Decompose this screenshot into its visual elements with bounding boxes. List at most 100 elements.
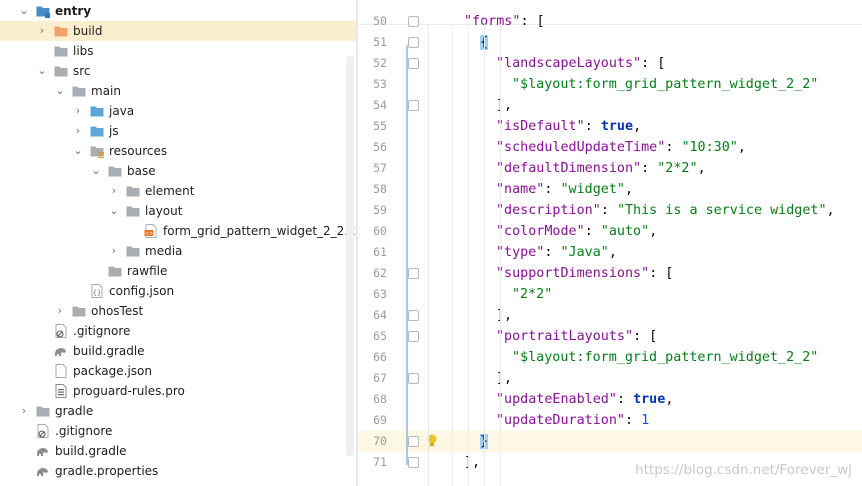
chevron-right-icon[interactable]: › xyxy=(108,181,120,201)
tree-item[interactable]: ⌄ src xyxy=(0,61,356,81)
code-line[interactable]: 70} xyxy=(358,431,862,452)
chevron-down-icon[interactable]: ⌄ xyxy=(108,201,120,221)
code-token: ], xyxy=(464,455,481,470)
code-line[interactable]: 57 "defaultDimension": "2*2", xyxy=(358,158,862,179)
code-line[interactable]: 63 "2*2" xyxy=(358,284,862,305)
chevron-right-icon[interactable]: › xyxy=(18,401,30,421)
code-editor[interactable]: 50"forms": [51{52"landscapeLayouts": [53… xyxy=(358,0,862,486)
tree-item[interactable]: gradle.properties xyxy=(0,461,356,481)
project-tree-scrollbar[interactable] xyxy=(346,56,354,456)
code-line[interactable]: 66 "$layout:form_grid_pattern_widget_2_2" xyxy=(358,347,862,368)
tree-item[interactable]: ⌄ main xyxy=(0,81,356,101)
code-line[interactable]: 55 "isDefault": true, xyxy=(358,116,862,137)
code-line[interactable]: 54], xyxy=(358,95,862,116)
code-token: : xyxy=(616,392,634,407)
code-line[interactable]: 65 "portraitLayouts": [ xyxy=(358,326,862,347)
chevron-down-icon[interactable]: ⌄ xyxy=(72,141,84,161)
tree-item[interactable]: › js xyxy=(0,121,356,141)
tree-item[interactable]: › gradle xyxy=(0,401,356,421)
line-number: 69 xyxy=(373,413,387,427)
code-line[interactable]: 60 "colorMode": "auto", xyxy=(358,221,862,242)
tree-item[interactable]: build.gradle xyxy=(0,341,356,361)
chevron-right-icon[interactable]: › xyxy=(72,121,84,141)
fold-marker-icon[interactable] xyxy=(408,16,419,27)
code-line[interactable]: 58 "name": "widget", xyxy=(358,179,862,200)
code-token: : xyxy=(584,224,601,239)
code-token: , xyxy=(697,161,706,176)
fold-marker-icon[interactable] xyxy=(408,268,419,279)
tree-item[interactable]: › java xyxy=(0,101,356,121)
tree-item[interactable]: .gitignore xyxy=(0,421,356,441)
chevron-right-icon[interactable]: › xyxy=(54,301,66,321)
fold-marker-icon[interactable] xyxy=(408,58,419,69)
code-token: : [ xyxy=(633,329,658,344)
chevron-right-icon[interactable]: › xyxy=(72,101,84,121)
code-token: "scheduledUpdateTime" xyxy=(496,140,666,155)
project-tree-panel[interactable]: ⌄ entry › build libs ⌄ src ⌄ main › java › js ⌄ resour… xyxy=(0,0,356,486)
tree-item[interactable]: libs xyxy=(0,41,356,61)
fold-marker-icon[interactable] xyxy=(408,457,419,468)
source-folder-icon xyxy=(90,104,104,118)
fold-marker-icon[interactable] xyxy=(408,100,419,111)
code-line[interactable]: 67], xyxy=(358,368,862,389)
folder-icon xyxy=(108,164,122,178)
tree-item[interactable]: › media xyxy=(0,241,356,261)
code-line[interactable]: 69 "updateDuration": 1 xyxy=(358,410,862,431)
folder-icon xyxy=(72,84,86,98)
code-line[interactable]: 68 "updateEnabled": true, xyxy=(358,389,862,410)
code-line[interactable]: 50 "forms": [ xyxy=(358,11,862,32)
code-line[interactable]: 52 "landscapeLayouts": [ xyxy=(358,53,862,74)
indent-guide xyxy=(500,24,501,486)
code-line[interactable]: 56 "scheduledUpdateTime": "10:30", xyxy=(358,137,862,158)
tree-item[interactable]: package.json xyxy=(0,361,356,381)
code-text: "isDefault": true, xyxy=(496,116,641,137)
fold-marker-icon[interactable] xyxy=(408,310,419,321)
tree-item[interactable]: ⌄ base xyxy=(0,161,356,181)
fold-marker-icon[interactable] xyxy=(408,436,419,447)
tree-item[interactable]: › element xyxy=(0,181,356,201)
tree-item[interactable]: build.gradle xyxy=(0,441,356,461)
tree-item[interactable]: › ohosTest xyxy=(0,301,356,321)
tree-item[interactable]: › build xyxy=(0,21,356,41)
code-token: , xyxy=(608,245,617,260)
fold-marker-icon[interactable] xyxy=(408,331,419,342)
code-line[interactable]: 61 "type": "Java", xyxy=(358,242,862,263)
tree-item[interactable]: ⌄ resources xyxy=(0,141,356,161)
tree-item[interactable]: ⌄ entry xyxy=(0,1,356,21)
tree-item[interactable]: ⌄ layout xyxy=(0,201,356,221)
code-line[interactable]: 59 "description": "This is a service widg… xyxy=(358,200,862,221)
indent-guide xyxy=(468,24,469,486)
tree-item[interactable]: rawfile xyxy=(0,261,356,281)
fold-marker-icon[interactable] xyxy=(408,37,419,48)
chevron-down-icon[interactable]: ⌄ xyxy=(54,81,66,101)
code-token: "2*2" xyxy=(512,287,553,302)
code-line[interactable]: 64], xyxy=(358,305,862,326)
line-number: 55 xyxy=(373,119,387,133)
tree-item[interactable]: {} config.json xyxy=(0,281,356,301)
line-number: 61 xyxy=(373,245,387,259)
code-token: : xyxy=(544,245,561,260)
chevron-right-icon[interactable]: › xyxy=(108,241,120,261)
code-line[interactable]: 51{ xyxy=(358,32,862,53)
tree-item[interactable]: .gitignore xyxy=(0,321,356,341)
code-line[interactable]: 53 "$layout:form_grid_pattern_widget_2_2" xyxy=(358,74,862,95)
tree-item[interactable]: proguard-rules.pro xyxy=(0,381,356,401)
line-number: 54 xyxy=(373,98,387,112)
tree-item-label: ohosTest xyxy=(91,304,144,318)
code-token: true xyxy=(600,119,634,134)
chevron-right-icon[interactable]: › xyxy=(36,21,48,41)
fold-marker-icon[interactable] xyxy=(408,373,419,384)
code-line[interactable]: 62 "supportDimensions": [ xyxy=(358,263,862,284)
tree-item[interactable]: <> form_grid_pattern_widget_2_2.xml xyxy=(0,221,356,241)
indent-guide xyxy=(452,24,453,486)
chevron-down-icon[interactable]: ⌄ xyxy=(90,161,102,181)
code-token: : [ xyxy=(641,56,666,71)
line-number: 53 xyxy=(373,77,387,91)
tree-item-label: libs xyxy=(73,44,94,58)
chevron-down-icon[interactable]: ⌄ xyxy=(18,1,30,21)
code-token: "isDefault" xyxy=(496,119,585,134)
line-number: 63 xyxy=(373,287,387,301)
code-token: "updateDuration" xyxy=(496,413,625,428)
chevron-down-icon[interactable]: ⌄ xyxy=(36,61,48,81)
line-number: 50 xyxy=(373,14,387,28)
